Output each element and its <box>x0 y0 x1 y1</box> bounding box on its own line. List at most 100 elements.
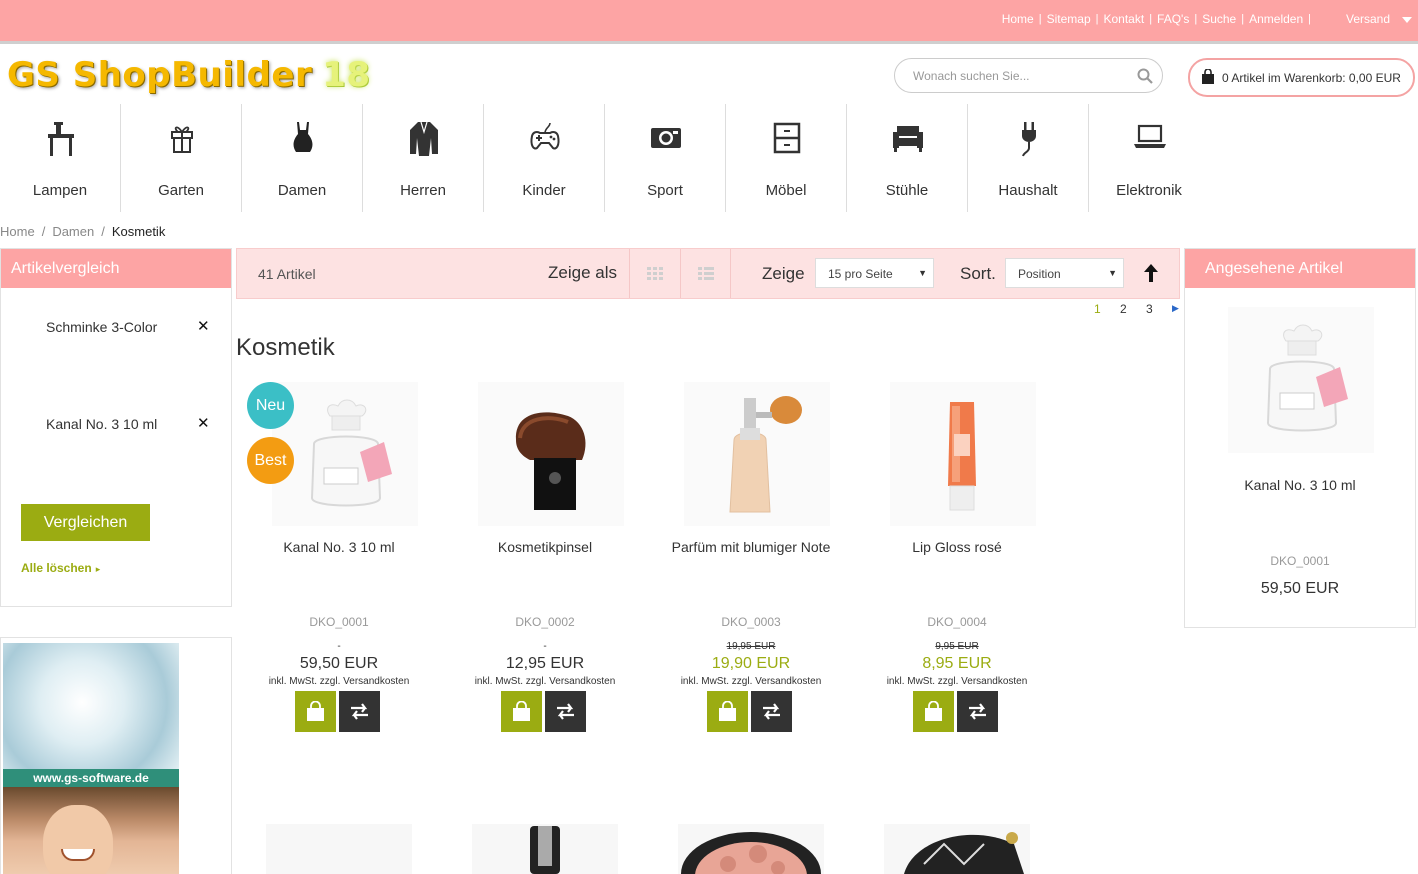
category-herren[interactable]: Herren <box>363 104 484 212</box>
search-box <box>894 58 1163 93</box>
compare-arrows-icon <box>351 703 368 720</box>
product-name[interactable]: Kanal No. 3 10 ml <box>236 539 442 555</box>
versand-dropdown[interactable]: Versand <box>1346 12 1390 26</box>
promo-banner[interactable]: www.gs-software.de <box>0 637 232 874</box>
product-image[interactable] <box>478 382 624 526</box>
product-image[interactable] <box>678 824 824 874</box>
page-1-link[interactable]: 1 <box>1094 302 1120 316</box>
grid-icon <box>647 267 663 280</box>
category-sport[interactable]: Sport <box>605 104 726 212</box>
top-link-kontakt[interactable]: Kontakt <box>1103 12 1144 26</box>
item-count: 41 Artikel <box>258 266 316 282</box>
top-link-sitemap[interactable]: Sitemap <box>1047 12 1091 26</box>
lip-gloss-image <box>948 402 976 511</box>
search-icon[interactable] <box>1137 68 1153 84</box>
clear-all-link[interactable]: Alle löschen ▸ <box>21 561 100 575</box>
product-sku: DKO_0002 <box>515 615 575 629</box>
shopping-bag-icon <box>719 701 736 721</box>
category-elektronik[interactable]: Elektronik <box>1089 104 1210 212</box>
search-input[interactable] <box>913 67 1128 85</box>
product-sku: DKO_0001 <box>1270 554 1330 568</box>
category-label: Sport <box>647 182 683 199</box>
shopping-bag-icon <box>925 701 942 721</box>
product-sku: DKO_0001 <box>309 615 369 629</box>
sort-select[interactable]: Position ▼ <box>1005 258 1124 288</box>
product-tax-note: inkl. MwSt. zzgl. Versandkosten <box>680 676 822 687</box>
product-image[interactable] <box>684 382 830 526</box>
mini-cart[interactable]: 0 Artikel im Warenkorb: 0,00 EUR <box>1188 58 1415 97</box>
shop-logo[interactable]: GS ShopBuilder 18 <box>7 55 371 95</box>
shopping-bag-icon <box>513 701 530 721</box>
category-haushalt[interactable]: Haushalt <box>968 104 1089 212</box>
coat-icon <box>410 121 438 156</box>
compare-title: Artikelvergleich <box>1 249 231 288</box>
product-old-price: - <box>337 641 341 652</box>
product-image[interactable] <box>1228 307 1374 453</box>
product-name[interactable]: Kosmetikpinsel <box>442 539 648 555</box>
list-view-button[interactable] <box>680 249 731 298</box>
breadcrumb-home[interactable]: Home <box>0 224 35 239</box>
top-link-home[interactable]: Home <box>1002 12 1034 26</box>
category-label: Lampen <box>32 182 88 199</box>
top-bar: Home | Sitemap | Kontakt | FAQ's | Suche | An… <box>0 0 1418 44</box>
add-to-cart-button[interactable] <box>913 691 954 732</box>
globe-image <box>3 643 179 775</box>
add-to-compare-button[interactable] <box>751 691 792 732</box>
product-name[interactable]: Lip Gloss rosé <box>854 539 1060 555</box>
product-image[interactable] <box>266 824 412 874</box>
product-image[interactable] <box>472 824 618 874</box>
shopping-bag-icon <box>307 701 324 721</box>
category-stuehle[interactable]: Stühle <box>847 104 968 212</box>
chevron-down-icon: ▼ <box>1108 268 1117 278</box>
chevron-down-icon[interactable] <box>1402 17 1412 23</box>
compare-item[interactable]: Kanal No. 3 10 ml <box>46 416 157 432</box>
product-tax-note: inkl. MwSt. zzgl. Versandkosten <box>474 676 616 687</box>
remove-compare-item-icon[interactable]: ✕ <box>197 414 210 432</box>
sort-value: Position <box>1018 267 1061 281</box>
product-image[interactable] <box>890 382 1036 526</box>
category-label: Herren <box>400 182 446 199</box>
product-name[interactable]: Kanal No. 3 10 ml <box>1185 477 1415 493</box>
category-garten[interactable]: Garten <box>121 104 242 212</box>
top-link-anmelden[interactable]: Anmelden <box>1249 12 1303 26</box>
clear-all-label: Alle löschen <box>21 561 92 575</box>
brush-image <box>515 412 586 510</box>
logo-text: GS ShopBuilder <box>7 55 313 95</box>
add-to-cart-button[interactable] <box>707 691 748 732</box>
compare-button[interactable]: Vergleichen <box>21 504 150 541</box>
category-label: Garten <box>158 182 204 199</box>
product-card: Neu Best Kanal No. 3 10 ml DKO_0001 - 59… <box>236 382 436 742</box>
add-to-compare-button[interactable] <box>545 691 586 732</box>
product-card: Parfüm mit blumiger Note DKO_0003 19,95 … <box>648 382 848 742</box>
breadcrumb-damen[interactable]: Damen <box>52 224 94 239</box>
badge-new: Neu <box>247 382 294 429</box>
top-link-faq[interactable]: FAQ's <box>1157 12 1189 26</box>
limit-value: 15 pro Seite <box>828 267 893 281</box>
add-to-cart-button[interactable] <box>295 691 336 732</box>
list-icon <box>698 267 714 280</box>
page-2-link[interactable]: 2 <box>1120 302 1146 316</box>
category-damen[interactable]: Damen <box>242 104 363 212</box>
sort-direction-arrow-icon[interactable] <box>1144 264 1158 282</box>
grid-view-button[interactable] <box>629 249 680 298</box>
add-to-compare-button[interactable] <box>339 691 380 732</box>
product-tax-note: inkl. MwSt. zzgl. Versandkosten <box>886 676 1028 687</box>
category-moebel[interactable]: Möbel <box>726 104 847 212</box>
compare-item[interactable]: Schminke 3-Color <box>46 319 157 335</box>
category-kinder[interactable]: Kinder <box>484 104 605 212</box>
page-3-link[interactable]: 3 <box>1146 302 1172 316</box>
compare-arrows-icon <box>763 703 780 720</box>
remove-compare-item-icon[interactable]: ✕ <box>197 317 210 335</box>
add-to-compare-button[interactable] <box>957 691 998 732</box>
perfume-bottle-image <box>1266 324 1348 432</box>
limit-select[interactable]: 15 pro Seite ▼ <box>815 258 934 288</box>
product-name[interactable]: Parfüm mit blumiger Note <box>648 539 854 555</box>
top-link-suche[interactable]: Suche <box>1202 12 1236 26</box>
add-to-cart-button[interactable] <box>501 691 542 732</box>
category-lampen[interactable]: Lampen <box>0 104 121 212</box>
plug-icon <box>1022 122 1036 157</box>
sofa-icon <box>893 126 923 152</box>
product-image[interactable] <box>884 824 1030 874</box>
breadcrumb-current: Kosmetik <box>111 224 166 239</box>
breadcrumb: Home / Damen / Kosmetik <box>0 224 165 239</box>
